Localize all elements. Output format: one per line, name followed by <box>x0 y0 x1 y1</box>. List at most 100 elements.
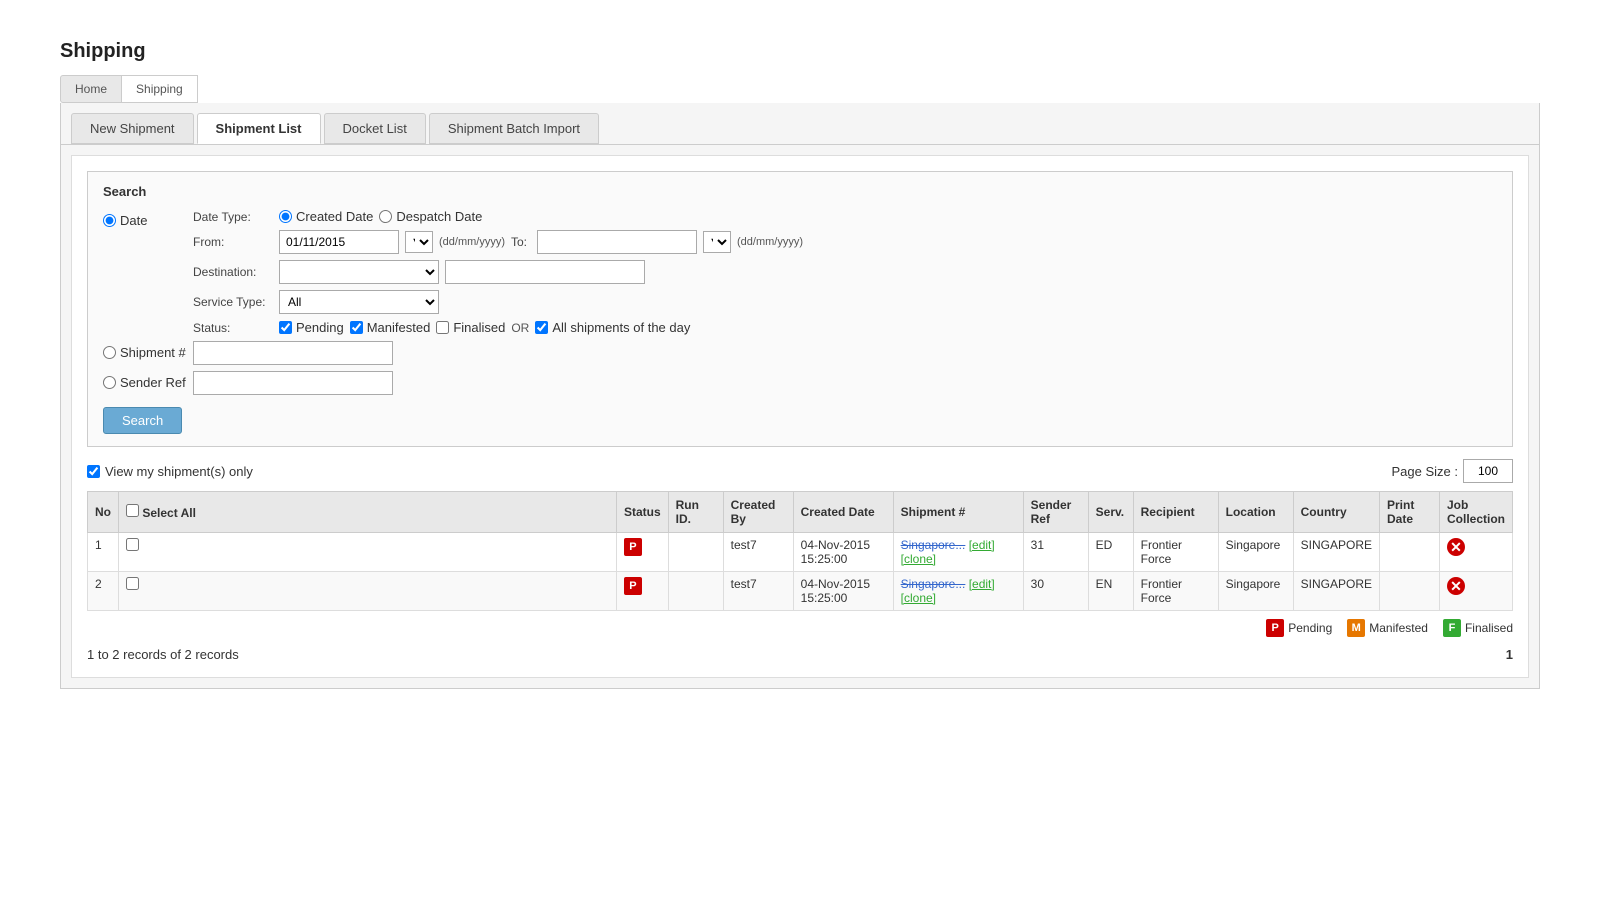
created-date-label[interactable]: Created Date <box>279 209 373 224</box>
row-checkbox-2[interactable] <box>126 577 139 590</box>
shipment-num-radio[interactable] <box>103 346 116 359</box>
view-my-shipments-text: View my shipment(s) only <box>105 464 253 479</box>
cell-jobcol-2: ✕ <box>1440 572 1513 611</box>
options-row: View my shipment(s) only Page Size : 100 <box>87 459 1513 483</box>
sender-ref-input[interactable] <box>193 371 393 395</box>
cell-shipment-1: Singapore... [edit] [clone] <box>893 533 1023 572</box>
legend-finalised-text: Finalised <box>1465 621 1513 635</box>
cell-status-1: P <box>616 533 668 572</box>
shipment-num-input[interactable] <box>193 341 393 365</box>
to-format-text: (dd/mm/yyyy) <box>737 236 803 248</box>
pending-checkbox[interactable] <box>279 321 292 334</box>
select-all-checkbox[interactable] <box>126 504 139 517</box>
to-date-format-select[interactable]: ▼ <box>703 231 731 253</box>
cell-recipient-2: Frontier Force <box>1133 572 1218 611</box>
shipment-table: No Select All Status Run ID. Created By … <box>87 491 1513 611</box>
delete-btn-1[interactable]: ✕ <box>1447 538 1465 556</box>
service-type-label: Service Type: <box>193 295 273 309</box>
table-row: 1 P test7 04-Nov-2015 15:25:00 Singapore… <box>88 533 1513 572</box>
status-pending-icon-2: P <box>624 577 642 595</box>
to-date-input[interactable] <box>537 230 697 254</box>
tab-content: Search Date Date Type: <box>71 155 1529 678</box>
cell-createdby-2: test7 <box>723 572 793 611</box>
th-print-date: Print Date <box>1380 492 1440 533</box>
all-day-checkbox-label[interactable]: All shipments of the day <box>535 320 690 335</box>
tab-new-shipment[interactable]: New Shipment <box>71 113 194 144</box>
shipment-num-label-text: Shipment # <box>120 345 186 360</box>
destination-label: Destination: <box>193 265 273 279</box>
shipment-edit-link-2[interactable]: [edit] <box>969 577 995 591</box>
status-row: Status: Pending Manifested <box>193 320 1497 335</box>
delete-btn-2[interactable]: ✕ <box>1447 577 1465 595</box>
breadcrumb-home[interactable]: Home <box>60 75 122 103</box>
all-day-checkbox[interactable] <box>535 321 548 334</box>
date-row: Date Date Type: Created Date <box>103 209 1497 335</box>
sender-ref-radio-label[interactable]: Sender Ref <box>103 375 186 390</box>
page-title: Shipping <box>60 40 1540 63</box>
th-recipient: Recipient <box>1133 492 1218 533</box>
sender-ref-radio[interactable] <box>103 376 116 389</box>
page-size-label: Page Size : <box>1392 464 1459 479</box>
cell-runid-2 <box>668 572 723 611</box>
row-checkbox-1[interactable] <box>126 538 139 551</box>
shipment-clone-link-2[interactable]: [clone] <box>901 591 936 605</box>
sender-ref-label-text: Sender Ref <box>120 375 186 390</box>
date-radio-text: Date <box>120 213 147 228</box>
from-date-input[interactable]: 01/11/2015 <box>279 230 399 254</box>
cell-country-2: SINGAPORE <box>1293 572 1379 611</box>
sender-ref-row: Sender Ref <box>103 371 1497 395</box>
service-type-row: Service Type: All <box>193 290 1497 314</box>
created-date-text: Created Date <box>296 209 373 224</box>
cell-checkbox-2[interactable] <box>119 572 617 611</box>
view-my-shipments-label[interactable]: View my shipment(s) only <box>87 464 253 479</box>
created-date-radio[interactable] <box>279 210 292 223</box>
tab-shipment-batch-import[interactable]: Shipment Batch Import <box>429 113 599 144</box>
cell-createddate-2: 04-Nov-2015 15:25:00 <box>793 572 893 611</box>
destination-select[interactable] <box>279 260 439 284</box>
shipment-num-radio-label[interactable]: Shipment # <box>103 345 186 360</box>
finalised-checkbox[interactable] <box>436 321 449 334</box>
pending-text: Pending <box>296 320 344 335</box>
despatch-date-radio[interactable] <box>379 210 392 223</box>
view-my-shipments-checkbox[interactable] <box>87 465 100 478</box>
finalised-checkbox-label[interactable]: Finalised <box>436 320 505 335</box>
th-status: Status <box>616 492 668 533</box>
cell-no-2: 2 <box>88 572 119 611</box>
th-job-collection: Job Collection <box>1440 492 1513 533</box>
cell-checkbox-1[interactable] <box>119 533 617 572</box>
pagination-row: 1 to 2 records of 2 records 1 <box>87 647 1513 662</box>
shipment-num-row: Shipment # <box>103 341 1497 365</box>
search-button[interactable]: Search <box>103 407 182 434</box>
service-type-select[interactable]: All <box>279 290 439 314</box>
cell-printdate-1 <box>1380 533 1440 572</box>
despatch-date-label[interactable]: Despatch Date <box>379 209 482 224</box>
destination-row: Destination: <box>193 260 1497 284</box>
th-select-all[interactable]: Select All <box>119 492 617 533</box>
date-radio-label[interactable]: Date <box>103 213 147 228</box>
page-number[interactable]: 1 <box>1506 647 1513 662</box>
shipment-num-right <box>193 341 1497 365</box>
legend-finalised-icon: F <box>1443 619 1461 637</box>
tab-bar: New Shipment Shipment List Docket List S… <box>61 103 1539 145</box>
pending-checkbox-label[interactable]: Pending <box>279 320 344 335</box>
page-size-input[interactable]: 100 <box>1463 459 1513 483</box>
breadcrumb-shipping[interactable]: Shipping <box>122 75 198 103</box>
tab-docket-list[interactable]: Docket List <box>324 113 426 144</box>
shipment-edit-link-1[interactable]: [edit] <box>969 538 995 552</box>
destination-text-input[interactable] <box>445 260 645 284</box>
shipment-num-link-1[interactable]: Singapore... <box>901 538 966 552</box>
status-pending-icon-1: P <box>624 538 642 556</box>
tab-shipment-list[interactable]: Shipment List <box>197 113 321 144</box>
legend-finalised: F Finalised <box>1443 619 1513 637</box>
date-radio[interactable] <box>103 214 116 227</box>
manifested-checkbox-label[interactable]: Manifested <box>350 320 431 335</box>
shipment-clone-link-1[interactable]: [clone] <box>901 552 936 566</box>
shipment-num-link-2[interactable]: Singapore... <box>901 577 966 591</box>
cell-createddate-1: 04-Nov-2015 15:25:00 <box>793 533 893 572</box>
from-date-format-select[interactable]: ▼ <box>405 231 433 253</box>
status-label: Status: <box>193 321 273 335</box>
legend-row: P Pending M Manifested F Finalised <box>87 619 1513 637</box>
th-sender-ref: Sender Ref <box>1023 492 1088 533</box>
cell-status-2: P <box>616 572 668 611</box>
manifested-checkbox[interactable] <box>350 321 363 334</box>
